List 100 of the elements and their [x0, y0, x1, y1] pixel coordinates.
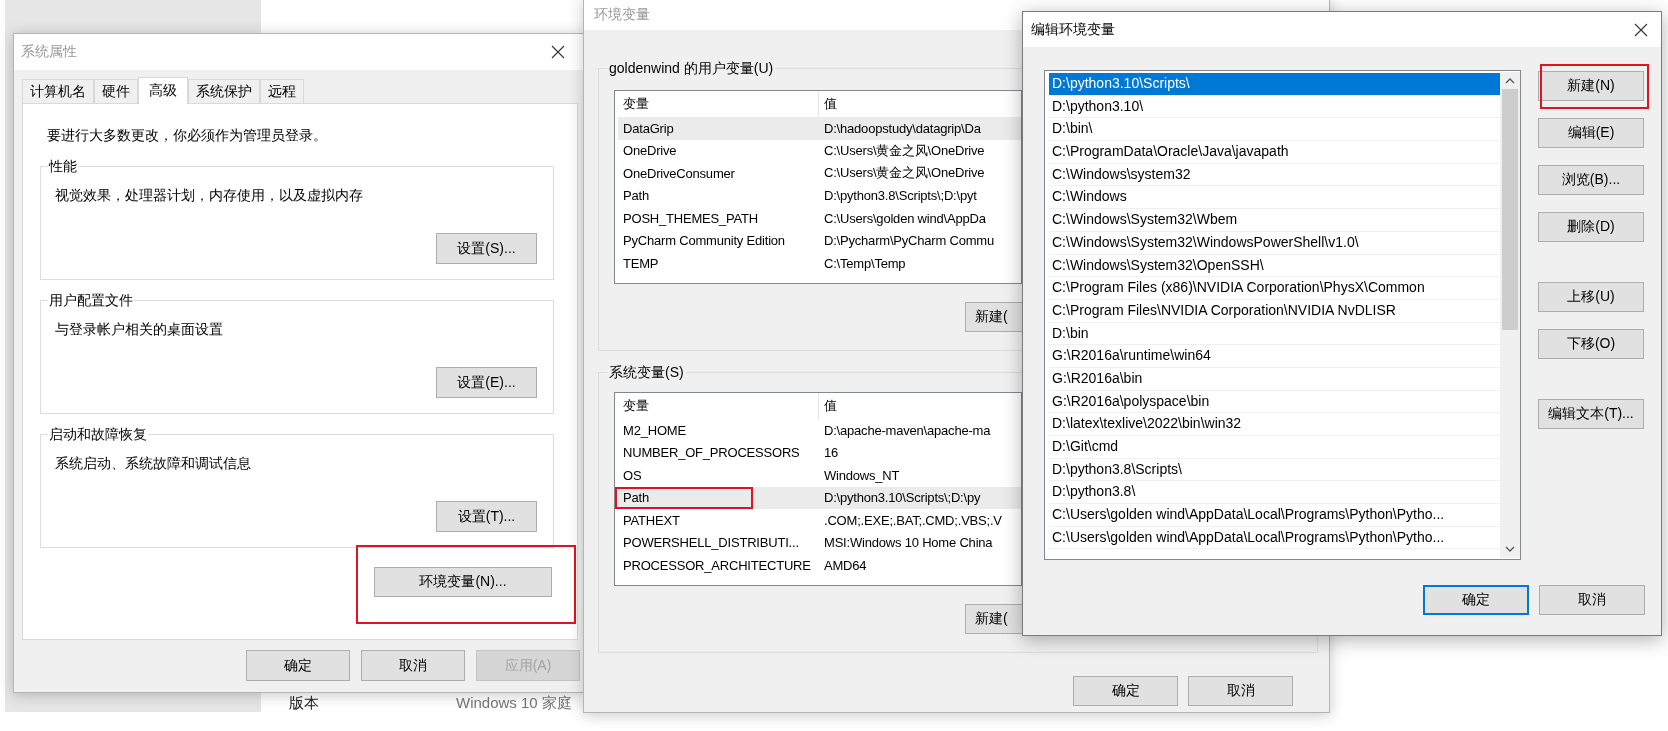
scrollbar[interactable] — [1500, 72, 1520, 558]
settings-button[interactable]: 设置(T)... — [436, 501, 537, 532]
action-button[interactable]: 删除(D) — [1538, 212, 1644, 242]
action-button[interactable]: 浏览(B)... — [1538, 165, 1644, 195]
table-cell-text: .COM;.EXE;.BAT;.CMD;.VBS;.V — [823, 511, 1002, 530]
new-button[interactable]: 新建( — [965, 302, 1022, 332]
list-item[interactable]: C:\Windows\System32\Wbem — [1049, 209, 1500, 232]
tab[interactable]: 系统保护 — [188, 79, 260, 103]
list-item[interactable]: C:\Windows\System32\WindowsPowerShell\v1.0\ — [1049, 231, 1500, 255]
dialog-button[interactable]: 取消 — [1188, 676, 1293, 706]
list-item[interactable]: D:\Git\cmd — [1049, 436, 1500, 459]
list-item[interactable]: C:\ProgramData\Oracle\Java\javapath — [1049, 141, 1500, 164]
column-header[interactable]: 值 — [819, 91, 837, 117]
table-cell-text: PATHEXT — [622, 511, 681, 530]
list-item[interactable]: C:\Program Files (x86)\NVIDIA Corporation\PhysX\Common — [1049, 277, 1500, 300]
settings-button[interactable]: 设置(S)... — [436, 233, 537, 264]
table-cell-text: D:\python3.10\Scripts\;D:\py — [823, 489, 981, 508]
table-cell-text: D:\python3.8\Scripts\;D:\pyt — [823, 187, 977, 206]
list-item[interactable]: D:\python3.8\ — [1049, 481, 1500, 505]
action-button[interactable]: 下移(O) — [1538, 329, 1644, 359]
action-button[interactable]: 上移(U) — [1538, 282, 1644, 312]
dialog-button[interactable]: 取消 — [1539, 585, 1645, 615]
table-row[interactable]: OneDriveConsumer C:\Users\黄金之风\OneDrive — [618, 162, 1021, 185]
settings-button[interactable]: 设置(E)... — [436, 367, 537, 398]
list-item[interactable]: D:\latex\texlive\2022\bin\win32 — [1049, 413, 1500, 436]
dialog-button[interactable]: 确定 — [246, 650, 350, 681]
table-cell-text: PROCESSOR_ARCHITECTURE — [622, 556, 812, 575]
table-cell-text: M2_HOME — [622, 421, 687, 440]
table-cell-text: DataGrip — [622, 119, 675, 138]
table-row[interactable]: POSH_THEMES_PATH C:\Users\golden wind\AppDa — [618, 207, 1021, 230]
table-cell-text: POSH_THEMES_PATH — [622, 209, 759, 228]
table-row[interactable]: DataGrip D:\hadoopstudy\datagrip\Da — [618, 117, 1021, 140]
action-button[interactable]: 新建(N) — [1538, 71, 1644, 101]
list-item[interactable]: D:\bin — [1049, 322, 1500, 346]
action-button[interactable]: 编辑(E) — [1538, 118, 1644, 148]
table-cell-text: AMD64 — [823, 556, 867, 575]
list-item[interactable]: C:\Users\golden wind\AppData\Local\Programs\Python\Pytho... — [1049, 526, 1500, 550]
close-icon[interactable] — [551, 45, 565, 59]
column-header[interactable]: 变量 — [618, 393, 819, 419]
table-cell-text: D:\apache-maven\apache-ma — [823, 421, 991, 440]
environment-variables-button[interactable]: 环境变量(N)... — [374, 567, 552, 597]
setting-value: Windows 10 家庭 — [456, 694, 572, 713]
group-title: 启动和故障恢复 — [48, 425, 148, 443]
dialog-button[interactable]: 确定 — [1073, 676, 1178, 706]
table-row[interactable]: PyCharm Community Edition D:\Pycharm\PyCharm Commu — [618, 229, 1021, 252]
list-item[interactable]: D:\bin\ — [1049, 118, 1500, 142]
action-button[interactable]: 编辑文本(T)... — [1538, 399, 1644, 429]
table-cell-text: MSI:Windows 10 Home China — [823, 534, 993, 553]
list-item[interactable]: D:\python3.8\Scripts\ — [1049, 458, 1500, 482]
table-cell-text: Windows_NT — [823, 466, 900, 485]
scroll-down-icon[interactable] — [1505, 546, 1515, 552]
table-cell-text: OneDriveConsumer — [622, 164, 736, 183]
list-item[interactable]: C:\Program Files\NVIDIA Corporation\NVIDIA NvDLISR — [1049, 299, 1500, 323]
table-row[interactable]: OS Windows_NT — [618, 464, 1021, 487]
list-item[interactable]: G:\R2016a\bin — [1049, 367, 1500, 391]
table-row[interactable]: NUMBER_OF_PROCESSORS 16 — [618, 441, 1021, 464]
list-item[interactable]: C:\Windows — [1049, 186, 1500, 210]
info-text: 要进行大多数更改，你必须作为管理员登录。 — [46, 126, 328, 144]
table-cell-text: D:\Pycharm\PyCharm Commu — [823, 232, 994, 251]
tab[interactable]: 高级 — [138, 77, 188, 104]
tab[interactable]: 远程 — [260, 79, 304, 103]
tab[interactable]: 硬件 — [94, 79, 138, 103]
group-title: 系统变量(S) — [607, 363, 686, 381]
group-description: 与登录帐户相关的桌面设置 — [55, 320, 224, 338]
table-row[interactable]: POWERSHELL_DISTRIBUTI... MSI:Windows 10 Home China — [618, 531, 1021, 554]
table-cell-text: TEMP — [622, 254, 660, 273]
table-cell-text: Path — [622, 187, 650, 206]
table-row[interactable]: OneDrive C:\Users\黄金之风\OneDrive — [618, 139, 1021, 162]
table-row[interactable]: Path D:\python3.8\Scripts\;D:\pyt — [618, 184, 1021, 207]
table-row[interactable]: PROCESSOR_ARCHITECTURE AMD64 — [618, 554, 1021, 577]
close-icon[interactable] — [1634, 22, 1648, 37]
window-title: 系统属性 — [21, 43, 77, 61]
list-item[interactable]: G:\R2016a\runtime\win64 — [1049, 345, 1500, 368]
setting-label: 版本 — [289, 694, 319, 713]
dialog-button[interactable]: 确定 — [1423, 585, 1529, 615]
table-row[interactable]: M2_HOME D:\apache-maven\apache-ma — [618, 419, 1021, 442]
list-item[interactable]: G:\R2016a\polyspace\bin — [1049, 390, 1500, 414]
table-cell-text: C:\Users\黄金之风\OneDrive — [823, 141, 985, 160]
table-cell-text: 16 — [823, 444, 839, 463]
list-item[interactable]: C:\Windows\System32\OpenSSH\ — [1049, 254, 1500, 278]
list-item[interactable]: C:\Users\golden wind\AppData\Local\Programs\Python\Pytho... — [1049, 504, 1500, 527]
list-item[interactable]: D:\python3.10\ — [1049, 95, 1500, 119]
list-item[interactable]: D:\python3.10\Scripts\ — [1049, 73, 1500, 96]
list-item[interactable]: C:\Windows\system32 — [1049, 163, 1500, 187]
table-cell-text: PyCharm Community Edition — [622, 232, 786, 251]
table-row[interactable]: Path D:\python3.10\Scripts\;D:\py — [618, 486, 1021, 509]
table-row[interactable]: PATHEXT .COM;.EXE;.BAT;.CMD;.VBS;.V — [618, 509, 1021, 532]
tab[interactable]: 计算机名 — [22, 79, 94, 103]
table-row[interactable]: TEMP C:\Temp\Temp — [618, 252, 1021, 275]
group-title: 性能 — [48, 157, 78, 175]
table-cell-text: C:\Temp\Temp — [823, 254, 906, 273]
table-cell-text: NUMBER_OF_PROCESSORS — [622, 444, 801, 463]
table-cell-text: C:\Users\golden wind\AppDa — [823, 209, 986, 228]
table-cell-text: OS — [622, 466, 643, 485]
dialog-button[interactable]: 取消 — [361, 650, 465, 681]
column-header[interactable]: 值 — [819, 393, 837, 419]
new-button[interactable]: 新建( — [965, 604, 1022, 634]
scrollbar-thumb[interactable] — [1502, 89, 1518, 330]
table-cell-text: C:\Users\黄金之风\OneDrive — [823, 164, 985, 183]
scroll-up-icon[interactable] — [1505, 78, 1515, 84]
